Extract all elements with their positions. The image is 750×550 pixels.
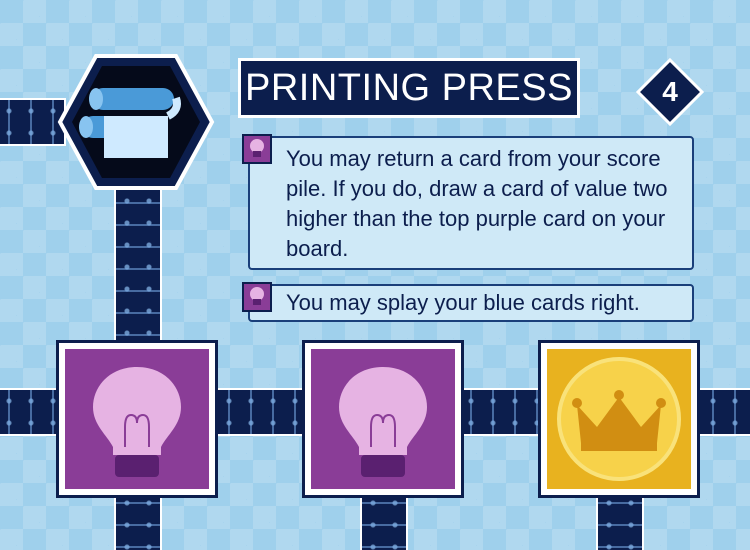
lightbulb-icon bbox=[65, 349, 209, 489]
ornament-band-left-vertical bbox=[114, 188, 162, 348]
lightbulb-icon bbox=[242, 134, 272, 164]
dogma-text-1: You may return a card from your score pi… bbox=[286, 146, 668, 261]
dogma-effect-1: You may return a card from your score pi… bbox=[242, 134, 694, 270]
icon-tile-3 bbox=[538, 340, 700, 498]
age-badge: 4 bbox=[636, 58, 704, 126]
ornament-band-left-lower bbox=[114, 490, 162, 550]
card-title: PRINTING PRESS bbox=[238, 58, 580, 118]
icon-tile-1 bbox=[56, 340, 218, 498]
dogma-effect-2: You may splay your blue cards right. bbox=[242, 282, 694, 322]
hexagon-illustration bbox=[57, 54, 215, 190]
ornament-band-middle-lower bbox=[360, 490, 408, 550]
icon-tile-2 bbox=[302, 340, 464, 498]
crown-icon bbox=[547, 349, 691, 489]
card: PRINTING PRESS 4 You may return a card f… bbox=[0, 0, 750, 550]
ornament-band-right-lower bbox=[596, 490, 644, 550]
lightbulb-icon bbox=[311, 349, 455, 489]
lightbulb-icon bbox=[242, 282, 272, 312]
dogma-text-2: You may splay your blue cards right. bbox=[286, 290, 640, 315]
age-number: 4 bbox=[662, 76, 678, 107]
